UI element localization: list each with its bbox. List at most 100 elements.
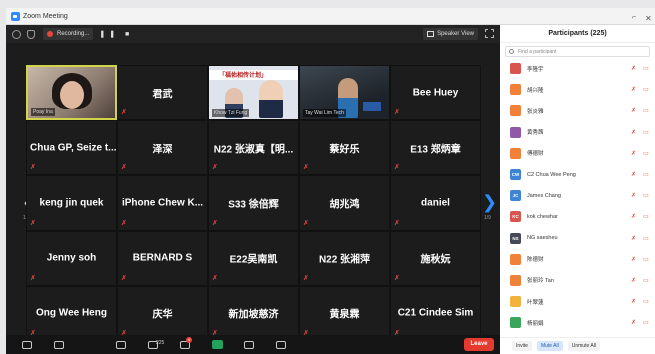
shield-icon [116, 340, 126, 349]
participant-list-item[interactable]: 张丽玲 Tan ✗ ▭ [500, 270, 655, 291]
microphone-icon [22, 340, 32, 349]
participant-tile[interactable]: Ong Wee Heng ✗ [26, 285, 117, 341]
participant-list-item[interactable]: 李隆宇 ✗ ▭ [500, 58, 655, 79]
participant-tile[interactable]: Chua GP, Seize t... ✗ [26, 120, 117, 176]
title-bar: Zoom Meeting [6, 8, 655, 25]
mute-all-button[interactable]: Mute All [536, 341, 563, 351]
video-caption: Tay Wai Lim Tech [303, 109, 346, 118]
participants-count: 225 [156, 339, 165, 346]
participant-name: 新加坡慈济 [228, 309, 279, 321]
participant-name: Jenny soh [46, 252, 97, 264]
participant-list-item[interactable]: KC kok chewhar ✗ ▭ [500, 206, 655, 227]
banner-text: 「福佑相传计划」 [209, 70, 298, 80]
muted-mic-icon: ✗ [631, 256, 637, 263]
minimize-icon[interactable]: ⌐ [632, 14, 636, 21]
participant-tile[interactable]: 庆华 ✗ [117, 285, 208, 341]
participant-tile[interactable]: S33 徐倍辉 ✗ [208, 175, 299, 231]
participant-tile[interactable]: 施秋妧 ✗ [390, 230, 481, 286]
participant-tile[interactable]: BERNARD S ✗ [117, 230, 208, 286]
participant-tile[interactable]: daniel ✗ [390, 175, 481, 231]
muted-mic-icon: ✗ [394, 219, 400, 227]
participant-list-name: 黄秀茜 [527, 130, 544, 137]
recording-indicator: Recording... [43, 28, 94, 40]
video-off-icon: ▭ [643, 256, 649, 263]
mute-button[interactable] [16, 338, 38, 352]
zoom-app-icon [11, 11, 20, 21]
participant-list-item[interactable]: 叶翠蓮 ✗ ▭ [500, 291, 655, 312]
reactions-button[interactable] [270, 338, 292, 352]
window-title: Zoom Meeting [23, 12, 68, 20]
participant-list-name: C2 Chua Wee Peng [527, 171, 576, 178]
participant-name: E22吴南凯 [229, 254, 278, 266]
participant-tile[interactable]: Bee Huey ✗ [390, 65, 481, 121]
muted-mic-icon: ✗ [631, 214, 637, 221]
participant-tile[interactable]: 泽深 ✗ [117, 120, 208, 176]
recording-dot-icon [47, 31, 53, 37]
participants-title: Participants (225) [500, 25, 655, 43]
participants-button[interactable]: 225 [142, 338, 164, 352]
participant-list-name: 张丽玲 Tan [527, 278, 554, 285]
video-face-shape [60, 81, 84, 109]
participant-tile[interactable]: E13 郑炳章 ✗ [390, 120, 481, 176]
search-placeholder: Find a participant [518, 49, 557, 55]
participant-list-name: 胡兴隆 [527, 87, 544, 94]
participant-list-item[interactable]: 黄秀茜 ✗ ▭ [500, 122, 655, 143]
leave-button[interactable]: Leave [464, 338, 494, 351]
participant-list-item[interactable]: 杨丽娟 ✗ ▭ [500, 312, 655, 333]
fullscreen-icon[interactable] [485, 29, 494, 38]
share-screen-button[interactable] [206, 338, 228, 352]
participant-tile[interactable]: 新加坡慈济 ✗ [208, 285, 299, 341]
participant-list-item[interactable]: 傅德财 ✗ ▭ [500, 143, 655, 164]
participant-tile[interactable]: 「福佑相传计划」 Khow Tzi Fung [208, 65, 299, 121]
participant-list-item[interactable]: JC James Chang ✗ ▭ [500, 185, 655, 206]
participants-footer: Invite Mute All Unmute All [500, 337, 655, 354]
search-icon [509, 49, 514, 54]
participant-list-name: kok chewhar [527, 213, 558, 220]
participant-list-name: 叶翠蓮 [527, 299, 544, 306]
avatar: JC [510, 190, 521, 202]
participant-tile[interactable]: 胡兆鸿 ✗ [299, 175, 390, 231]
muted-mic-icon: ✗ [631, 129, 637, 136]
muted-mic-icon: ✗ [30, 274, 36, 282]
recording-controls[interactable]: ❚❚ ■ [99, 30, 133, 38]
invite-button[interactable]: Invite [512, 341, 532, 351]
participant-tile[interactable]: keng jin quek ✗ [26, 175, 117, 231]
participant-name: 黄泉霖 [329, 309, 360, 321]
avatar [510, 105, 521, 117]
security-button[interactable] [110, 338, 132, 352]
close-icon[interactable]: ✕ [645, 14, 652, 23]
stop-video-button[interactable] [48, 338, 70, 352]
muted-mic-icon: ✗ [121, 274, 127, 282]
participant-name: 庆华 [152, 309, 173, 321]
participant-tile[interactable]: 蔡好乐 ✗ [299, 120, 390, 176]
muted-mic-icon: ✗ [121, 109, 127, 117]
encryption-shield-icon[interactable] [27, 29, 35, 39]
participant-tile[interactable]: N22 张淑真【明... ✗ [208, 120, 299, 176]
speaker-view-button[interactable]: Speaker View [423, 28, 478, 40]
participant-tile[interactable]: E22吴南凯 ✗ [208, 230, 299, 286]
participant-tile[interactable]: N22 张湘萍 ✗ [299, 230, 390, 286]
participant-search-input[interactable]: Find a participant [505, 46, 650, 57]
participant-tile[interactable]: Tay Wai Lim Tech [299, 65, 390, 121]
participant-tile[interactable]: 君武 ✗ [117, 65, 208, 121]
participant-list-name: 杨丽娟 [527, 320, 544, 327]
participant-list-item[interactable]: 张炎雅 ✗ ▭ [500, 100, 655, 121]
participant-tile[interactable]: C21 Cindee Sim ✗ [390, 285, 481, 341]
muted-mic-icon: ✗ [631, 320, 637, 327]
participant-list-item[interactable]: 陈德财 ✗ ▭ [500, 249, 655, 270]
participant-name: Ong Wee Heng [36, 307, 107, 319]
participant-list-item[interactable]: 胡兴隆 ✗ ▭ [500, 79, 655, 100]
participant-list-item[interactable]: CW C2 Chua Wee Peng ✗ ▭ [500, 164, 655, 185]
participant-tile[interactable]: Poay Ina [26, 65, 117, 121]
participant-tile[interactable]: Jenny soh ✗ [26, 230, 117, 286]
participant-tile[interactable]: 黄泉霖 ✗ [299, 285, 390, 341]
chat-button[interactable]: 4 [174, 336, 196, 352]
video-person-shape [259, 80, 283, 118]
unmute-all-button[interactable]: Unmute All [567, 341, 600, 351]
info-icon[interactable] [12, 29, 21, 39]
record-button[interactable] [238, 338, 260, 352]
participant-list-item[interactable]: NS NG saesheu ✗ ▭ [500, 228, 655, 249]
participant-list-name: James Chang [527, 192, 561, 199]
participant-tile[interactable]: iPhone Chew K... ✗ [117, 175, 208, 231]
next-page-arrow-icon[interactable]: ❯ [482, 193, 497, 211]
